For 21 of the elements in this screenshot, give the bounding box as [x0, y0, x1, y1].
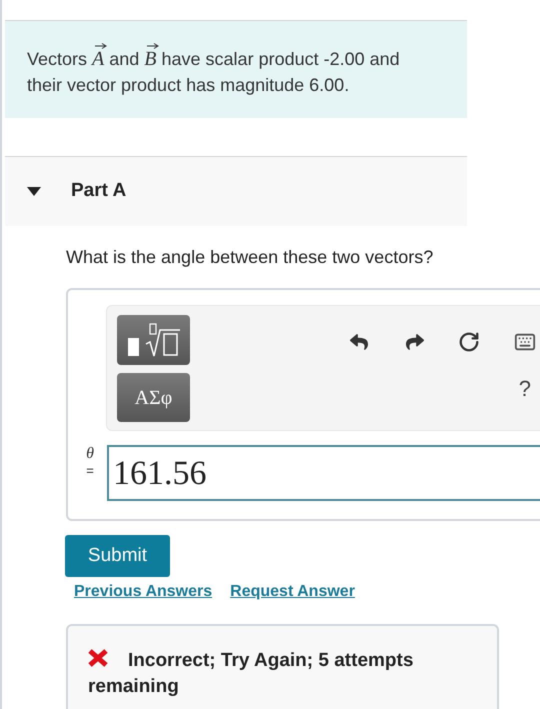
greek-symbols-button[interactable]: ΑΣφ: [117, 373, 190, 422]
keyboard-icon[interactable]: [512, 331, 538, 353]
templates-icon: [126, 322, 182, 358]
redo-icon[interactable]: [406, 333, 424, 351]
reset-icon[interactable]: [458, 331, 480, 353]
question-text: What is the angle between these two vectors?: [66, 246, 434, 269]
part-title: Part A: [71, 179, 126, 204]
problem-text: Vectors A and B have scalar product -2.00 and their vector product has magnitude 6.00.: [27, 46, 427, 98]
vector-arrow-icon: [95, 43, 108, 49]
answer-field[interactable]: 161.56: [107, 445, 540, 501]
variable-label: θ: [86, 445, 94, 463]
submit-button[interactable]: Submit: [65, 535, 170, 577]
answer-link[interactable]: Request Answer: [230, 580, 355, 604]
equals-sign: =: [86, 463, 94, 479]
undo-icon[interactable]: [350, 333, 368, 351]
help-button[interactable]: ?: [518, 372, 531, 405]
feedback-message: Incorrect; Try Again; 5 attempts remaining: [88, 648, 414, 699]
templates-button[interactable]: [117, 315, 190, 365]
part-header[interactable]: Part A: [5, 156, 467, 226]
vector-arrow-icon: [147, 43, 160, 49]
answer-link[interactable]: Previous Answers: [74, 580, 212, 604]
